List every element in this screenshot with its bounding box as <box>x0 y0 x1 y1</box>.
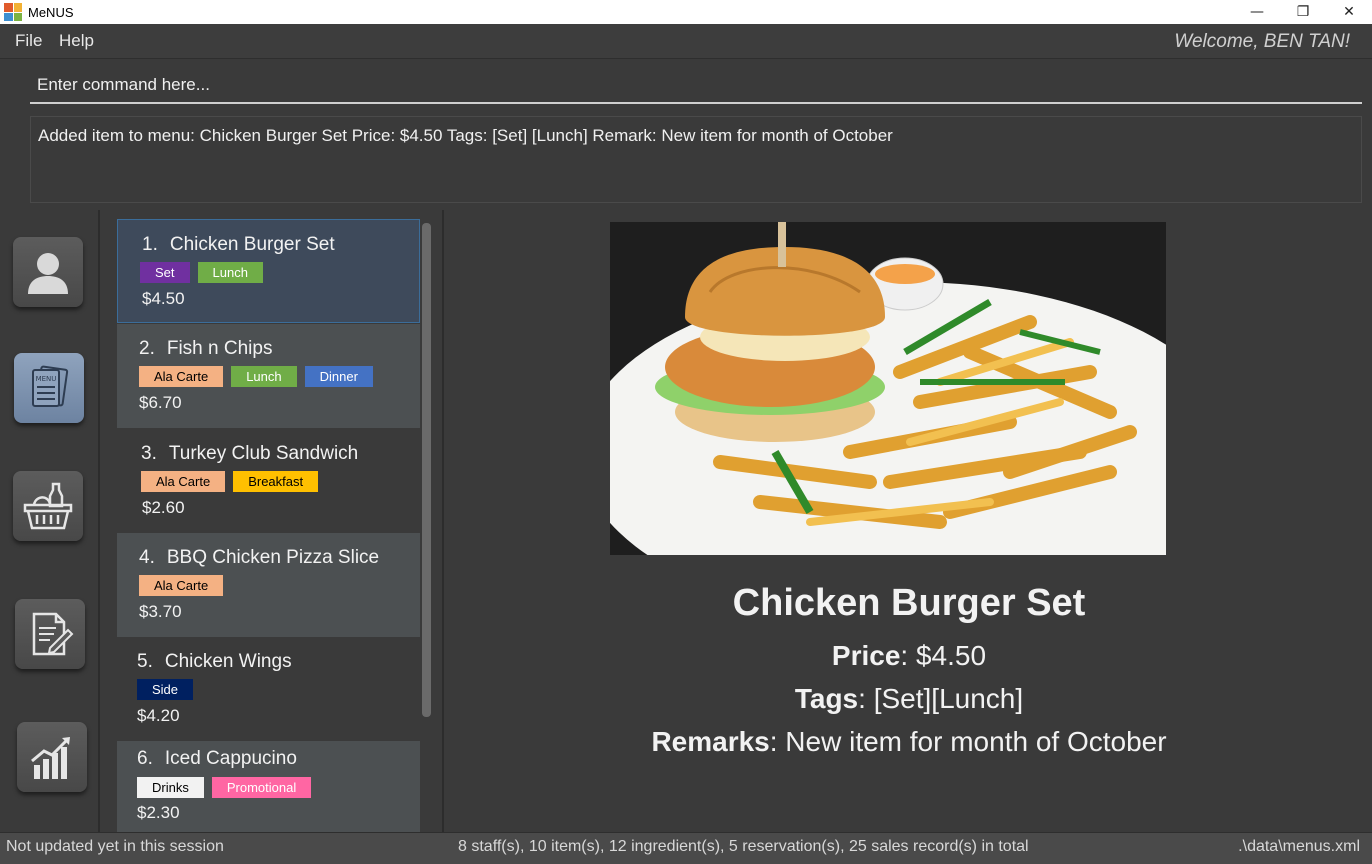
item-tags: Ala Carte Lunch Dinner <box>139 366 373 387</box>
sales-tab-button[interactable] <box>17 722 87 792</box>
result-message: Added item to menu: Chicken Burger Set P… <box>38 126 893 145</box>
menu-file[interactable]: File <box>15 31 42 51</box>
staff-tab-button[interactable] <box>13 237 83 307</box>
reservation-tab-button[interactable] <box>15 599 85 669</box>
item-detail-panel: Chicken Burger Set Price: $4.50 Tags: [S… <box>446 210 1372 832</box>
list-item[interactable]: 2. Fish n Chips Ala Carte Lunch Dinner $6… <box>117 324 420 428</box>
tag-dinner: Dinner <box>304 366 373 387</box>
list-item[interactable]: 6. Iced Cappucino Drinks Promotional $2.3… <box>117 741 420 832</box>
item-name: 5. Chicken Wings <box>137 651 292 672</box>
tag-drinks: Drinks <box>137 777 204 798</box>
menu-tab-button[interactable]: MENU <box>14 353 84 423</box>
status-file-path: .\data\menus.xml <box>1238 838 1360 855</box>
tag-ala-carte: Ala Carte <box>139 366 224 387</box>
item-name: 2. Fish n Chips <box>139 338 273 359</box>
tag-lunch: Lunch <box>231 366 297 387</box>
item-tags: Side <box>137 679 194 700</box>
item-price: $2.30 <box>137 803 180 822</box>
tag-ala-carte: Ala Carte <box>141 471 226 492</box>
ingredients-basket-icon <box>23 482 73 530</box>
item-price: $3.70 <box>139 602 182 621</box>
restore-button[interactable]: ❐ <box>1280 0 1326 24</box>
menu-item-list: 1. Chicken Burger Set Set Lunch $4.50 2. F… <box>102 210 444 832</box>
item-price: $4.50 <box>142 289 185 308</box>
detail-item-name: Chicken Burger Set <box>732 582 1086 624</box>
item-name: 6. Iced Cappucino <box>137 748 297 769</box>
status-totals: 8 staff(s), 10 item(s), 12 ingredient(s)… <box>458 838 1029 855</box>
list-item[interactable]: 4. BBQ Chicken Pizza Slice Ala Carte $3.7… <box>117 533 420 637</box>
menu-help[interactable]: Help <box>59 31 94 51</box>
item-tags: Set Lunch <box>140 262 263 283</box>
item-name: 3. Turkey Club Sandwich <box>141 443 359 464</box>
menu-bar: File Help Welcome, BEN TAN! <box>0 24 1372 59</box>
tag-lunch: Lunch <box>197 262 263 283</box>
ingredients-tab-button[interactable] <box>13 471 83 541</box>
command-box <box>30 68 1362 104</box>
list-scrollbar[interactable] <box>422 223 431 717</box>
tag-set: Set <box>140 262 190 283</box>
item-name: 1. Chicken Burger Set <box>142 234 335 255</box>
app-logo-icon <box>4 3 22 21</box>
result-display: Added item to menu: Chicken Burger Set P… <box>30 116 1362 203</box>
item-photo <box>610 222 1166 555</box>
sales-chart-icon <box>31 737 70 779</box>
item-tags: Ala Carte Breakfast <box>141 471 319 492</box>
detail-tags: Tags: [Set][Lunch] <box>794 683 1024 714</box>
chicken-burger-photo-icon <box>610 222 1166 555</box>
item-price: $6.70 <box>139 393 182 412</box>
list-item[interactable]: 3. Turkey Club Sandwich Ala Carte Breakfa… <box>117 429 420 533</box>
close-button[interactable]: ✕ <box>1326 0 1372 24</box>
tag-breakfast: Breakfast <box>233 471 319 492</box>
list-item[interactable]: 1. Chicken Burger Set Set Lunch $4.50 <box>117 219 420 323</box>
command-input[interactable] <box>30 68 1362 102</box>
tag-ala-carte: Ala Carte <box>139 575 224 596</box>
reservation-notepad-icon <box>32 612 74 656</box>
item-tags: Drinks Promotional <box>137 777 312 798</box>
tag-side: Side <box>137 679 194 700</box>
item-name: 4. BBQ Chicken Pizza Slice <box>139 547 380 568</box>
detail-remarks: Remarks: New item for month of October <box>651 726 1167 757</box>
status-bar: Not updated yet in this session 8 staff(… <box>0 832 1372 864</box>
menu-icon: MENU <box>32 365 69 407</box>
detail-price: Price: $4.50 <box>831 640 987 671</box>
item-tags: Ala Carte <box>139 575 224 596</box>
window-title-bar: MeNUS — ❐ ✕ <box>0 0 1372 24</box>
sidebar: MENU <box>0 210 100 832</box>
list-item[interactable]: 5. Chicken Wings Side $4.20 <box>117 637 420 741</box>
staff-icon <box>28 253 68 294</box>
item-price: $2.60 <box>142 498 185 517</box>
svg-text:MENU: MENU <box>36 375 57 383</box>
welcome-message: Welcome, BEN TAN! <box>1174 31 1350 52</box>
status-last-updated: Not updated yet in this session <box>6 838 224 855</box>
window-title: MeNUS <box>28 4 74 20</box>
minimize-button[interactable]: — <box>1234 0 1280 24</box>
item-price: $4.20 <box>137 706 180 725</box>
tag-promotional: Promotional <box>211 777 312 798</box>
